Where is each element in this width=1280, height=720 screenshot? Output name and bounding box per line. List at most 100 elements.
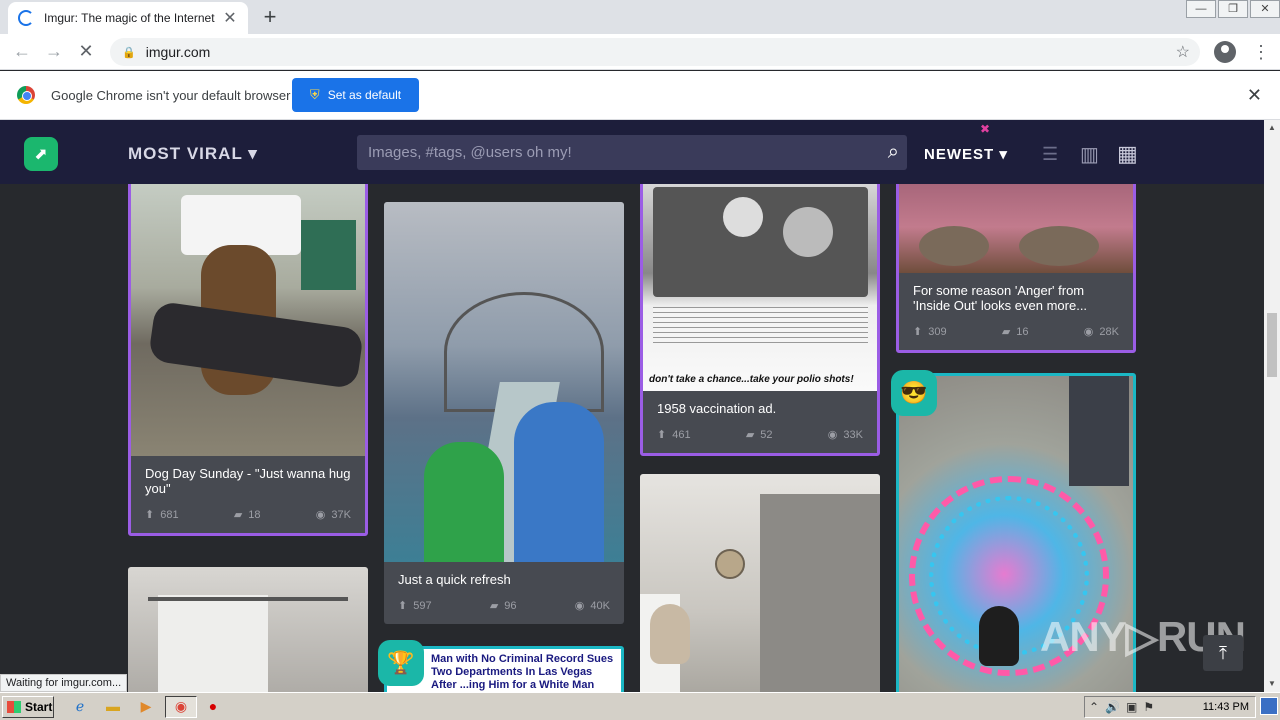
infobar-close-icon[interactable]: ✕ <box>1247 85 1262 106</box>
comment-icon[interactable]: ▰ <box>746 428 754 441</box>
infobar-message: Google Chrome isn't your default browser <box>51 87 291 103</box>
view-count: 37K <box>331 508 351 521</box>
post-stats: ⬆ 597 ▰ 96 ◉ 40K <box>384 587 624 624</box>
start-button[interactable]: Start <box>2 696 54 718</box>
tab-strip: Imgur: The magic of the Internet ✕ + — ❐… <box>0 0 1280 34</box>
view-count: 33K <box>843 428 863 441</box>
profile-avatar-icon[interactable] <box>1214 41 1236 63</box>
new-tab-button[interactable]: + <box>258 4 282 30</box>
section-dropdown[interactable]: MOST VIRAL ▾ <box>128 144 258 164</box>
set-default-label: Set as default <box>327 88 402 102</box>
scrollbar-thumb[interactable] <box>1267 313 1277 377</box>
default-browser-infobar: Google Chrome isn't your default browser… <box>0 71 1280 120</box>
back-to-top-icon[interactable]: ⤒ <box>1203 635 1243 671</box>
post-caption: Dog Day Sunday - "Just wanna hug you" <box>145 466 351 496</box>
shield-icon: ⛨ <box>309 87 320 102</box>
chrome-logo-icon <box>17 86 35 104</box>
media-player-icon[interactable]: ▶ <box>136 698 156 716</box>
imgur-logo-icon[interactable]: ⬈ <box>24 137 58 171</box>
imgur-header: ⬈ MOST VIRAL ▾ ⌕ ✖ NEWEST ▾ ☰ ▥ ▦ <box>0 120 1264 184</box>
tab-close-icon[interactable]: ✕ <box>222 8 238 28</box>
ad-image-text: don't take a chance...take your polio sh… <box>649 374 854 385</box>
upvote-icon[interactable]: ⬆ <box>398 599 407 612</box>
bookmark-star-icon[interactable]: ☆ <box>1176 42 1190 62</box>
tab-title: Imgur: The magic of the Internet <box>44 11 215 25</box>
windows-taskbar: Start ℯ ▬ ▶ ◉ ● ⌃🔊▣⚑ 11:43 PM <box>0 692 1280 720</box>
upvote-count: 681 <box>160 508 179 521</box>
post-thumbnail[interactable] <box>899 184 1133 273</box>
post-card[interactable]: Just a quick refresh ⬆ 597 ▰ 96 ◉ 40K <box>384 202 624 624</box>
post-thumbnail[interactable] <box>384 202 624 562</box>
show-desktop-icon[interactable] <box>1260 697 1278 715</box>
chrome-taskbar-icon: ◉ <box>174 698 188 714</box>
filter-icon[interactable]: ☰ <box>1042 144 1058 165</box>
post-caption: Just a quick refresh <box>398 572 511 587</box>
post-thumbnail[interactable] <box>131 184 365 456</box>
comment-icon[interactable]: ▰ <box>234 508 242 521</box>
post-card[interactable] <box>640 474 880 692</box>
scroll-down-arrow-icon[interactable]: ▼ <box>1264 676 1280 692</box>
address-bar[interactable]: 🔒 imgur.com ☆ <box>110 38 1200 66</box>
browser-tab[interactable]: Imgur: The magic of the Internet ✕ <box>8 2 248 34</box>
post-card[interactable]: For some reason 'Anger' from 'Inside Out… <box>896 184 1136 353</box>
post-caption: For some reason 'Anger' from 'Inside Out… <box>913 283 1088 313</box>
menu-kebab-icon[interactable]: ⋮ <box>1252 42 1270 63</box>
folder-icon[interactable]: ▬ <box>103 698 123 716</box>
comment-count: 96 <box>504 599 517 612</box>
upvote-icon[interactable]: ⬆ <box>657 428 666 441</box>
views-icon: ◉ <box>1083 326 1094 338</box>
comment-count: 18 <box>248 508 261 521</box>
upvote-count: 461 <box>672 428 691 441</box>
upvote-count: 309 <box>928 325 947 338</box>
post-stats: ⬆ 461 ▰ 52 ◉ 33K <box>643 416 877 453</box>
comment-icon[interactable]: ▰ <box>1002 325 1010 338</box>
award-trophy-icon: 🏆 <box>378 640 424 686</box>
post-thumbnail[interactable]: don't take a chance...take your polio sh… <box>643 184 877 391</box>
comment-icon[interactable]: ▰ <box>490 599 498 612</box>
search-icon[interactable]: ⌕ <box>888 141 899 164</box>
ie-icon[interactable]: ℯ <box>70 698 90 716</box>
views-icon: ◉ <box>315 509 326 521</box>
scroll-up-arrow-icon[interactable]: ▲ <box>1264 120 1280 136</box>
view-count: 28K <box>1099 325 1119 338</box>
back-arrow-icon[interactable]: ← <box>6 41 38 62</box>
search-box: ⌕ <box>357 135 907 170</box>
comment-count: 52 <box>760 428 773 441</box>
post-card[interactable]: Dog Day Sunday - "Just wanna hug you" ⬆ 6… <box>128 184 368 536</box>
forward-arrow-icon[interactable]: → <box>38 41 70 62</box>
decorative-sparkle-icon: ✖ <box>980 122 991 136</box>
windows-flag-icon <box>7 701 21 713</box>
comment-count: 16 <box>1016 325 1029 338</box>
views-icon: ◉ <box>827 429 838 441</box>
post-thumbnail[interactable] <box>640 474 880 692</box>
post-stats: ⬆ 309 ▰ 16 ◉ 28K <box>899 313 1133 350</box>
upvote-icon[interactable]: ⬆ <box>145 508 154 521</box>
post-thumbnail[interactable] <box>128 567 368 692</box>
views-icon: ◉ <box>574 600 585 612</box>
user-avatar-badge-icon: 😎 <box>891 370 937 416</box>
stop-loading-icon[interactable]: ✕ <box>70 41 102 62</box>
url-text: imgur.com <box>145 44 211 60</box>
system-tray: ⌃🔊▣⚑ 11:43 PM <box>1084 696 1256 718</box>
start-label: Start <box>25 700 53 714</box>
post-card[interactable]: don't take a chance...take your polio sh… <box>640 184 880 456</box>
clock: 11:43 PM <box>1202 701 1249 713</box>
post-stats: ⬆ 681 ▰ 18 ◉ 37K <box>131 496 365 533</box>
close-window-button[interactable]: ✕ <box>1250 0 1280 18</box>
post-card[interactable] <box>128 567 368 692</box>
alert-icon[interactable]: ● <box>203 698 223 716</box>
search-input[interactable] <box>357 135 857 170</box>
upvote-icon[interactable]: ⬆ <box>913 325 922 338</box>
status-bubble: Waiting for imgur.com... <box>0 674 128 692</box>
sort-dropdown[interactable]: NEWEST ▾ <box>924 145 1008 163</box>
grid-view-icon[interactable]: ▦ <box>1117 141 1138 167</box>
view-count: 40K <box>590 599 610 612</box>
minimize-button[interactable]: — <box>1186 0 1216 18</box>
list-view-icon[interactable]: ▥ <box>1080 142 1099 167</box>
tray-icons[interactable]: ⌃🔊▣⚑ <box>1089 700 1160 714</box>
set-as-default-button[interactable]: ⛨ Set as default <box>292 78 419 112</box>
lock-icon[interactable]: 🔒 <box>122 46 136 59</box>
page-scrollbar[interactable]: ▲ ▼ <box>1264 120 1280 692</box>
upvote-count: 597 <box>413 599 432 612</box>
restore-button[interactable]: ❐ <box>1218 0 1248 18</box>
